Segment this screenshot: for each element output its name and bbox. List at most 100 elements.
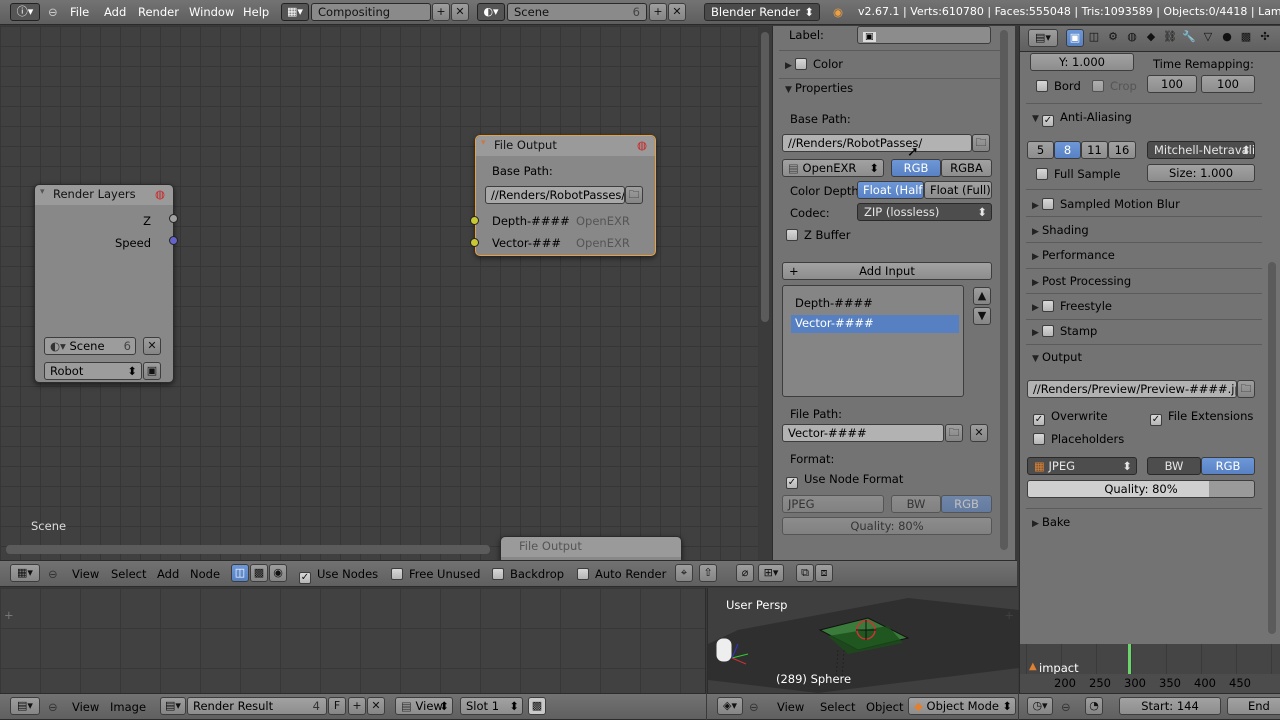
editor-type-icon[interactable]: ▦▾ — [10, 564, 40, 582]
free-unused-checkbox[interactable]: Free Unused — [391, 567, 480, 581]
render-layers-header[interactable]: ▾ Render Layers ◍ — [35, 185, 173, 205]
remove-scene-icon[interactable]: ✕ — [668, 3, 686, 21]
slot-select[interactable]: Slot 1 ⬍ — [460, 697, 523, 715]
vector-input-socket[interactable] — [470, 238, 479, 247]
properties-section[interactable]: ▼ Properties — [785, 81, 853, 95]
file-path-folder-icon[interactable]: 🗀 — [945, 424, 963, 442]
render-layers-tab-icon[interactable]: ◫ — [1085, 29, 1103, 47]
shader-nodes-icon[interactable]: ◫ — [231, 564, 249, 582]
file-output-node[interactable]: ▾ File Output ◍ Base Path: //Renders/Rob… — [475, 135, 656, 256]
menu-select[interactable]: Select — [111, 567, 146, 581]
placeholders-checkbox[interactable]: Placeholders — [1033, 432, 1124, 446]
preview-range-icon[interactable]: ◔ — [1085, 697, 1103, 715]
menu-window[interactable]: Window — [189, 5, 234, 19]
add-scene-icon[interactable]: + — [649, 3, 667, 21]
menu-render[interactable]: Render — [138, 5, 179, 19]
collapse-menu-icon[interactable]: ⊖ — [48, 5, 58, 19]
paste-nodes-icon[interactable]: ⧈ — [815, 564, 833, 582]
add-screen-icon[interactable]: + — [432, 3, 450, 21]
viewport-menu-select[interactable]: Select — [820, 700, 855, 714]
output-rgb[interactable]: RGB — [1201, 457, 1255, 475]
properties-editor-type-icon[interactable]: ▤▾ — [1028, 29, 1058, 47]
image-browse-icon[interactable]: ▤▾ — [160, 697, 186, 715]
unlink-scene-icon[interactable]: ✕ — [143, 337, 161, 355]
aspect-y-field[interactable]: Y: 1.000 — [1030, 53, 1134, 71]
move-up-icon[interactable]: ▲ — [973, 287, 991, 305]
menu-node[interactable]: Node — [190, 567, 220, 581]
render-layer-select[interactable]: Robot ⬍ — [44, 362, 142, 380]
node-editor-vscrollbar[interactable] — [761, 32, 769, 322]
output-bw[interactable]: BW — [1147, 457, 1201, 475]
backdrop-checkbox[interactable]: Backdrop — [492, 567, 564, 581]
file-path-clear-icon[interactable]: ✕ — [970, 424, 988, 442]
menu-add[interactable]: Add — [104, 5, 126, 19]
output-section[interactable]: ▼ Output — [1032, 350, 1082, 364]
collapse-menu-icon[interactable]: ⊖ — [1061, 700, 1071, 714]
browse-folder-icon[interactable]: 🗀 — [625, 186, 643, 204]
time-remap-old[interactable]: 100 — [1147, 75, 1197, 93]
view-pass-select[interactable]: ▤ View ⬍ — [395, 697, 453, 715]
aa-samples-16[interactable]: 16 — [1108, 141, 1136, 159]
viewport-editor-type-icon[interactable]: ◈▾ — [717, 697, 743, 715]
object-tab-icon[interactable]: ◆ — [1142, 29, 1160, 47]
pin-icon[interactable]: ⌖ — [675, 564, 693, 582]
node-preview-icon[interactable]: ◍ — [637, 138, 647, 152]
properties-scrollbar[interactable] — [1268, 262, 1276, 634]
remove-screen-icon[interactable]: ✕ — [451, 3, 469, 21]
image-menu-image[interactable]: Image — [110, 700, 146, 714]
color-section[interactable]: ▶ Color — [785, 57, 843, 71]
3d-viewport[interactable]: User Persp + (289) Sphere — [707, 588, 1019, 693]
bake-section[interactable]: ▶ Bake — [1032, 515, 1070, 529]
menu-file[interactable]: File — [70, 5, 89, 19]
interaction-mode-select[interactable]: ◆ Object Mode ⬍ — [908, 697, 1016, 715]
freestyle-section[interactable]: ▶ Freestyle — [1032, 299, 1112, 313]
aa-samples-11[interactable]: 11 — [1081, 141, 1108, 159]
constraints-tab-icon[interactable]: ⛓ — [1161, 29, 1179, 47]
zbuffer-checkbox[interactable]: Z Buffer — [786, 228, 850, 242]
post-processing-section[interactable]: ▶ Post Processing — [1032, 274, 1131, 288]
filter-size-field[interactable]: Size: 1.000 — [1147, 164, 1255, 182]
aa-filter-select[interactable]: Mitchell-Netravali ⬍ — [1147, 141, 1255, 159]
output-folder-icon[interactable]: 🗀 — [1237, 380, 1255, 398]
collapse-menu-icon[interactable]: ⊖ — [48, 700, 58, 714]
render-layers-node[interactable]: ▾ Render Layers ◍ Z Speed ◐▾ Scene 6 ✕ Ro… — [34, 184, 174, 383]
sidebar-browse-folder-icon[interactable]: 🗀 — [972, 134, 990, 152]
marker-icon[interactable]: ▲ — [1029, 661, 1037, 672]
render-layers-scene-field[interactable]: ◐▾ Scene 6 — [44, 337, 136, 355]
world-tab-icon[interactable]: ◍ — [1123, 29, 1141, 47]
depth-float-full[interactable]: Float (Full) — [924, 181, 992, 199]
render-tab-icon[interactable]: ▣ — [1066, 29, 1084, 47]
output-quality-slider[interactable]: Quality: 80% — [1027, 480, 1255, 498]
fake-user-button[interactable]: F — [328, 697, 346, 715]
render-engine-select[interactable]: Blender Render ⬍ — [704, 3, 820, 21]
screen-layout-field[interactable]: Compositing — [311, 3, 431, 21]
file-path-field[interactable]: Vector-#### — [782, 424, 944, 442]
image-menu-view[interactable]: View — [72, 700, 99, 714]
use-node-format-checkbox[interactable]: ✓ Use Node Format — [786, 472, 903, 489]
timeline-editor-type-icon[interactable]: ◷▾ — [1027, 697, 1053, 715]
unlink-image-icon[interactable]: ✕ — [367, 697, 385, 715]
node-editor-hscrollbar[interactable] — [6, 545, 490, 554]
collapse-menu-icon[interactable]: ⊖ — [749, 700, 759, 714]
speed-output-socket[interactable] — [169, 236, 178, 245]
texture-tab-icon[interactable]: ▩ — [1237, 29, 1255, 47]
new-image-icon[interactable]: + — [348, 697, 366, 715]
file-output-header[interactable]: ▾ File Output ◍ — [476, 136, 655, 156]
node-preview-icon[interactable]: ◍ — [155, 187, 165, 201]
depth-input-socket[interactable] — [470, 216, 479, 225]
area-split-plus-icon[interactable]: + — [4, 608, 14, 622]
compositing-nodes-icon[interactable]: ▩ — [250, 564, 268, 582]
image-name-field[interactable]: Render Result 4 — [187, 697, 327, 715]
start-frame-field[interactable]: Start: 144 — [1119, 697, 1221, 715]
shading-section[interactable]: ▶ Shading — [1032, 223, 1089, 237]
aa-samples-8[interactable]: 8 — [1054, 141, 1081, 159]
stamp-section[interactable]: ▶ Stamp — [1032, 324, 1097, 338]
render-layer-camera-icon[interactable]: ▣ — [143, 362, 161, 380]
menu-add[interactable]: Add — [157, 567, 179, 581]
parent-node-icon[interactable]: ⇧ — [699, 564, 717, 582]
scene-icon[interactable]: ◐▾ — [477, 3, 505, 21]
material-tab-icon[interactable]: ● — [1218, 29, 1236, 47]
time-remap-new[interactable]: 100 — [1201, 75, 1255, 93]
menu-help[interactable]: Help — [243, 5, 269, 19]
texture-nodes-icon[interactable]: ◉ — [269, 564, 287, 582]
